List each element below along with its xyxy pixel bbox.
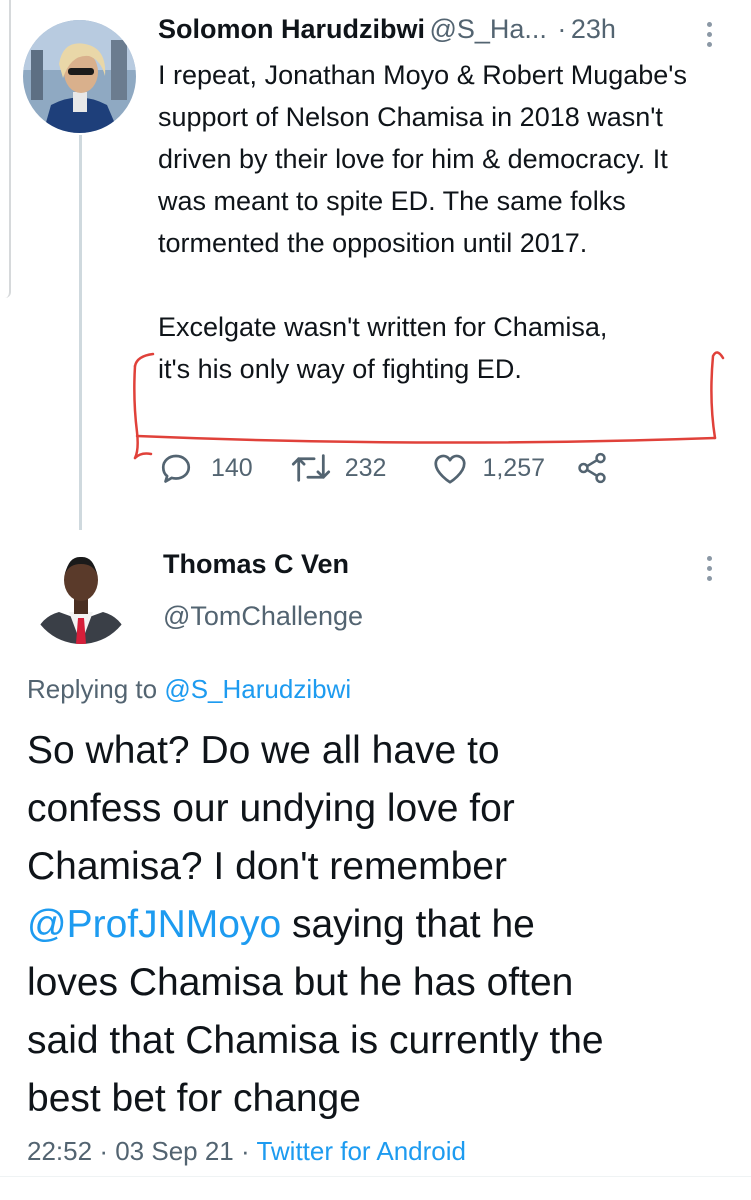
retweet-count: 232: [344, 453, 387, 482]
reply-text-line: best bet for change: [27, 1077, 361, 1120]
reply-button[interactable]: 140: [158, 450, 253, 486]
meta-separator: ·: [241, 1136, 250, 1166]
reply-text-line: said that Chamisa is currently the: [27, 1019, 604, 1062]
time-separator: ·: [557, 14, 567, 44]
reply-text-line: @ProfJNMoyo saying that he: [27, 896, 727, 954]
like-icon: [432, 451, 468, 485]
tweet-time[interactable]: 23h: [571, 14, 616, 44]
tweet-metadata: 22:52 · 03 Sep 21 · Twitter for Android: [27, 1136, 466, 1167]
reply-tweet-text: So what? Do we all have to confess our u…: [27, 722, 727, 1128]
avatar-thomas[interactable]: [29, 540, 133, 644]
mention-link[interactable]: @ProfJNMoyo: [27, 903, 281, 946]
retweet-icon: [291, 451, 331, 485]
reply-text-line: So what? Do we all have to: [27, 729, 500, 772]
replying-to-line: Replying to @S_Harudzibwi: [27, 674, 351, 705]
like-button[interactable]: 1,257: [432, 451, 545, 485]
reply-icon: [158, 450, 194, 486]
reply-author-name[interactable]: Thomas C Ven: [163, 549, 349, 580]
reply-text-line: Chamisa? I don't remember: [27, 845, 507, 888]
replying-to-label: Replying to: [27, 674, 158, 704]
like-count: 1,257: [482, 453, 545, 482]
retweet-button[interactable]: 232: [291, 451, 387, 485]
avatar-solomon[interactable]: [23, 20, 136, 133]
replying-to-mention[interactable]: @S_Harudzibwi: [164, 674, 351, 704]
tweet1-paragraph-1: I repeat, Jonathan Moyo & Robert Mugabe'…: [158, 60, 687, 258]
reply-text-line: loves Chamisa but he has often: [27, 961, 574, 1004]
divider: [0, 1176, 751, 1177]
left-panel-edge: [0, 0, 11, 298]
tweet1-actions: 140 232 1,257: [158, 450, 609, 486]
post-date[interactable]: 03 Sep 21: [115, 1136, 234, 1166]
reply-author-handle[interactable]: @TomChallenge: [163, 601, 363, 632]
reply-text-fragment: saying that he: [281, 903, 535, 946]
thread-connector-line: [79, 135, 82, 530]
share-icon: [575, 451, 609, 485]
source-app-link[interactable]: Twitter for Android: [256, 1136, 466, 1166]
red-annotation-bracket: [133, 351, 725, 460]
tweet1-header: Solomon Harudzibwi @S_Ha... · 23h: [158, 14, 616, 45]
meta-separator: ·: [99, 1136, 108, 1166]
author-name[interactable]: Solomon Harudzibwi: [158, 14, 425, 44]
share-button[interactable]: [575, 451, 609, 485]
more-icon[interactable]: [705, 556, 713, 581]
author-handle[interactable]: @S_Ha...: [429, 14, 546, 44]
reply-count: 140: [211, 453, 253, 482]
reply-text-line: confess our undying love for: [27, 787, 515, 830]
more-icon[interactable]: [705, 22, 713, 47]
post-time[interactable]: 22:52: [27, 1136, 92, 1166]
